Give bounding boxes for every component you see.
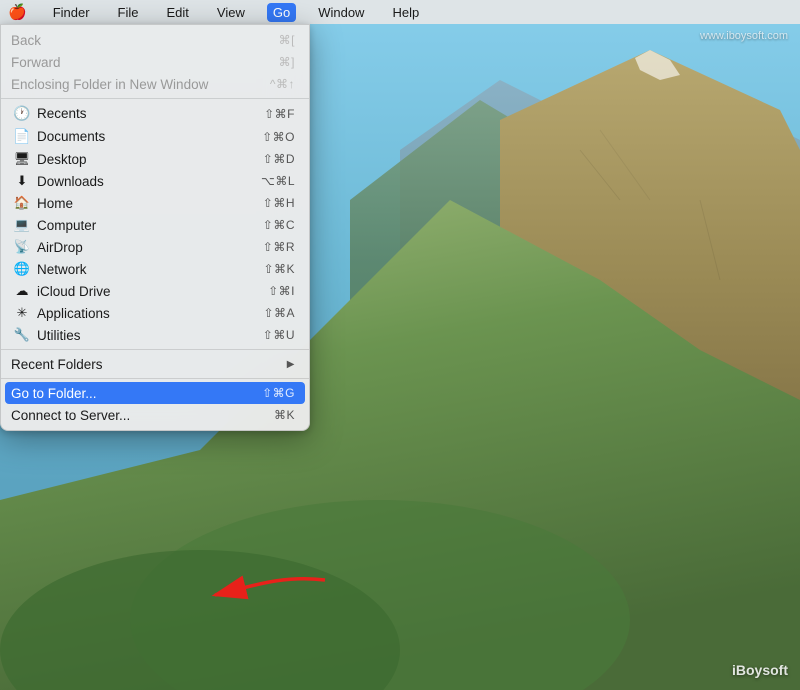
finder-menu[interactable]: Finder [47,3,96,22]
airdrop-icon: 📡 [11,239,33,255]
menu-item-utilities[interactable]: 🔧 Utilities ⇧⌘U [1,324,309,346]
menu-item-home[interactable]: 🏠 Home ⇧⌘H [1,192,309,214]
menubar: 🍎 Finder File Edit View Go Window Help [0,0,800,24]
go-menu[interactable]: Go [267,3,296,22]
documents-icon: 📄 [11,128,33,145]
menu-item-documents[interactable]: 📄 Documents ⇧⌘O [1,125,309,148]
icloud-icon: ☁ [11,283,33,299]
menu-item-forward[interactable]: Forward ⌘] [1,51,309,73]
menu-item-goto-folder[interactable]: Go to Folder... ⇧⌘G [5,382,305,404]
window-menu[interactable]: Window [312,3,370,22]
menu-item-downloads[interactable]: ⬇ Downloads ⌥⌘L [1,170,309,192]
recents-icon: 🕐 [11,105,33,122]
edit-menu[interactable]: Edit [161,3,195,22]
desktop-icon: 🖥 [11,151,33,167]
menu-item-back[interactable]: Back ⌘[ [1,29,309,51]
view-menu[interactable]: View [211,3,251,22]
site-url-watermark: www.iboysoft.com [700,30,788,42]
menu-item-icloud[interactable]: ☁ iCloud Drive ⇧⌘I [1,280,309,302]
utilities-icon: 🔧 [11,327,33,343]
menu-item-airdrop[interactable]: 📡 AirDrop ⇧⌘R [1,236,309,258]
menu-item-recents[interactable]: 🕐 Recents ⇧⌘F [1,102,309,125]
applications-icon: ✳ [11,305,33,321]
menu-item-connect-server[interactable]: Connect to Server... ⌘K [1,404,309,426]
brand-watermark: iBoysoft [732,662,788,678]
submenu-arrow-icon: ▶ [287,359,295,370]
menu-item-applications[interactable]: ✳ Applications ⇧⌘A [1,302,309,324]
help-menu[interactable]: Help [386,3,425,22]
downloads-icon: ⬇ [11,173,33,189]
arrow-annotation [155,565,335,630]
menu-item-network[interactable]: 🌐 Network ⇧⌘K [1,258,309,280]
menu-item-recent-folders[interactable]: Recent Folders ▶ [1,353,309,375]
separator-2 [1,349,309,350]
separator-3 [1,378,309,379]
menu-item-desktop[interactable]: 🖥 Desktop ⇧⌘D [1,148,309,170]
network-icon: 🌐 [11,261,33,277]
menu-item-computer[interactable]: 💻 Computer ⇧⌘C [1,214,309,236]
file-menu[interactable]: File [112,3,145,22]
menu-item-enclosing[interactable]: Enclosing Folder in New Window ^⌘↑ [1,73,309,95]
go-dropdown-menu: Back ⌘[ Forward ⌘] Enclosing Folder in N… [0,24,310,431]
home-icon: 🏠 [11,195,33,211]
apple-menu-icon[interactable]: 🍎 [8,3,27,21]
computer-icon: 💻 [11,217,33,233]
separator-1 [1,98,309,99]
